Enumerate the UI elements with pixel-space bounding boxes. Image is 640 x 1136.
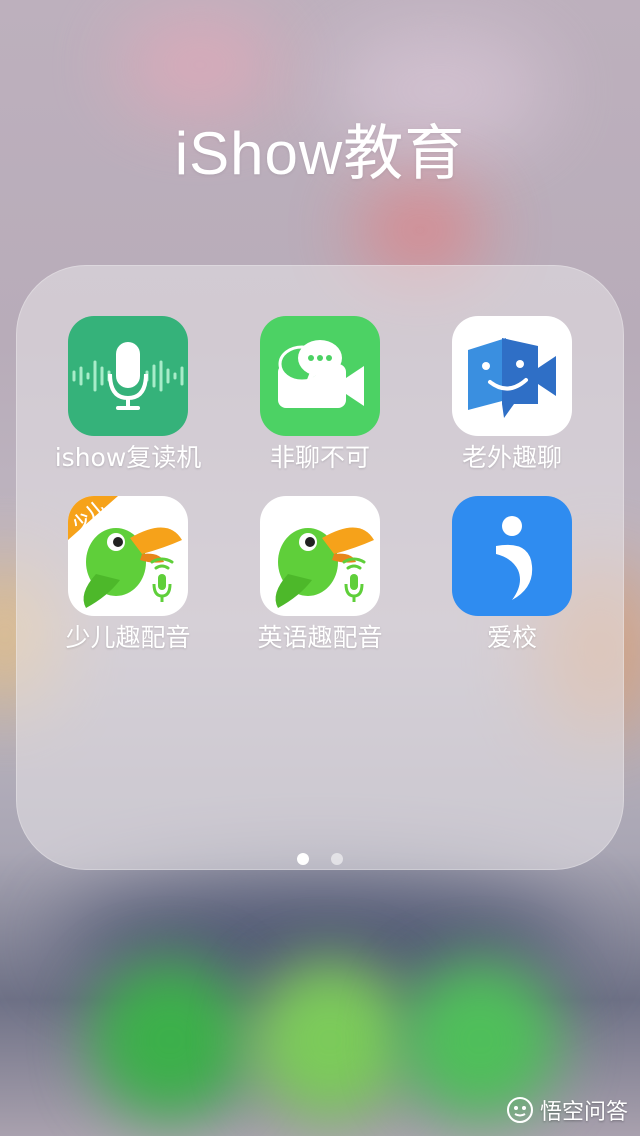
folder-title[interactable]: iShow教育	[0, 105, 640, 192]
page-dot-active[interactable]	[297, 853, 310, 865]
app-label: 爱校	[486, 623, 537, 652]
app-label: 英语趣配音	[257, 623, 383, 652]
app-label: 非聊不可	[269, 443, 370, 472]
app-feiliao-buke[interactable]: 非聊不可	[240, 316, 400, 474]
faces-video-camera-icon[interactable]	[452, 316, 572, 436]
app-label: 老外趣聊	[461, 443, 562, 472]
microphone-waveform-icon[interactable]	[68, 316, 188, 436]
wallpaper-blob	[120, 20, 280, 110]
watermark: 悟空问答	[506, 1094, 628, 1126]
app-laowai-quliao[interactable]: 老外趣聊	[432, 316, 592, 474]
app-label: ishow复读机	[54, 443, 202, 472]
wukong-logo-icon	[506, 1097, 533, 1123]
app-ishow-repeater[interactable]: ishow复读机	[48, 316, 208, 474]
page-indicator[interactable]	[0, 850, 640, 869]
parrot-microphone-icon[interactable]: 少儿	[68, 496, 188, 616]
wallpaper-blob	[360, 190, 480, 270]
app-shaoer-qupeiyin[interactable]: 少儿 少儿趣配音	[48, 496, 208, 654]
watermark-text: 悟空问答	[539, 1100, 628, 1125]
app-yingyu-qupeiyin[interactable]: 英语趣配音	[240, 496, 400, 654]
app-label: 少儿趣配音	[65, 623, 191, 652]
dock-app-blur	[90, 960, 250, 1120]
chat-video-camera-icon[interactable]	[260, 316, 380, 436]
person-swirl-icon[interactable]	[452, 496, 572, 616]
dock-app-blur	[250, 960, 410, 1120]
parrot-microphone-icon[interactable]	[260, 496, 380, 616]
page-dot[interactable]	[330, 853, 343, 865]
app-aixiao[interactable]: 爱校	[432, 496, 592, 654]
